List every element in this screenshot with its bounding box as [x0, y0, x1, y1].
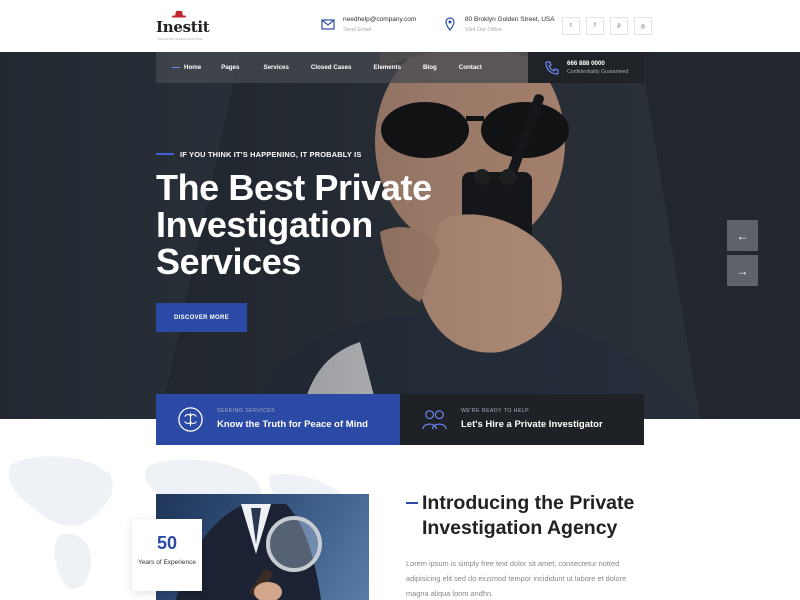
- arrow-right-icon: →: [736, 263, 749, 278]
- years-label: Years of Experience: [138, 559, 196, 566]
- feature-box-hire-investigator[interactable]: WE'RE READY TO HELP Let's Hire a Private…: [400, 394, 644, 445]
- main-nav: Home Pages Services Closed Cases Element…: [156, 52, 528, 83]
- logo[interactable]: Inestit PRIVATE INVESTIGATION: [156, 10, 216, 42]
- feature-kicker: SEEKING SERVICES: [217, 408, 276, 414]
- slider-prev-button[interactable]: ←: [727, 220, 758, 251]
- pinterest-icon[interactable]: p: [610, 17, 628, 35]
- experience-badge: 50 Years of Experience: [132, 519, 202, 591]
- phone-number: 666 888 0000: [567, 60, 605, 67]
- map-pin-icon: [445, 17, 455, 31]
- eyebrow-line: [156, 153, 174, 155]
- nav-item-elements[interactable]: Elements: [374, 64, 402, 71]
- phone-contact[interactable]: 666 888 0000 Confidentiality Guaranteed: [528, 52, 644, 83]
- office-label: Visit Our Office: [465, 27, 502, 33]
- email-label: Send Email: [343, 27, 372, 33]
- discover-more-button[interactable]: DISCOVER MORE: [156, 303, 247, 332]
- nav-item-contact[interactable]: Contact: [459, 64, 482, 71]
- logo-text: Inestit: [156, 18, 210, 36]
- feature-title: Know the Truth for Peace of Mind: [217, 419, 368, 430]
- hero-title: The Best Private Investigation Services: [156, 167, 432, 282]
- slider-next-button[interactable]: →: [727, 255, 758, 286]
- hero-section: Home Pages Services Closed Cases Element…: [0, 52, 800, 419]
- nav-item-services[interactable]: Services: [263, 64, 288, 71]
- feature-kicker: WE'RE READY TO HELP: [461, 408, 530, 414]
- nav-item-blog[interactable]: Blog: [423, 64, 437, 71]
- feature-title: Let's Hire a Private Investigator: [461, 419, 603, 430]
- nav-item-home[interactable]: Home: [172, 64, 201, 71]
- feature-box-peace-of-mind[interactable]: SEEKING SERVICES Know the Truth for Peac…: [156, 394, 400, 445]
- instagram-icon[interactable]: ◎: [634, 17, 652, 35]
- eyebrow-text: IF YOU THINK IT'S HAPPENING, IT PROBABLY…: [180, 149, 362, 159]
- phone-icon: [545, 61, 559, 75]
- social-links: t f p ◎: [562, 17, 652, 35]
- envelope-icon: [321, 19, 335, 30]
- twitter-icon[interactable]: t: [562, 17, 580, 35]
- arrow-left-icon: ←: [736, 228, 749, 243]
- about-body: Lorem ipsum is simply free text dolor si…: [406, 559, 627, 598]
- about-title: Introducing the Private Investigation Ag…: [422, 492, 635, 539]
- nav-item-pages[interactable]: Pages: [221, 64, 239, 71]
- phone-subtitle: Confidentiality Guaranteed: [567, 69, 629, 75]
- facebook-icon[interactable]: f: [586, 17, 604, 35]
- logo-tagline: PRIVATE INVESTIGATION: [158, 37, 203, 41]
- email-address: needhelp@company.com: [343, 16, 417, 23]
- hero-eyebrow: IF YOU THINK IT'S HAPPENING, IT PROBABLY…: [156, 149, 361, 159]
- hat-icon: [172, 11, 186, 18]
- nav-item-closed-cases[interactable]: Closed Cases: [311, 64, 352, 71]
- office-address: 80 Broklyn Golden Street, USA: [465, 16, 555, 23]
- investigators-icon: [422, 410, 447, 430]
- brain-icon: [178, 407, 203, 432]
- top-bar: Inestit PRIVATE INVESTIGATION needhelp@c…: [0, 0, 800, 52]
- years-number: 50: [156, 533, 178, 553]
- about-title-accent: [406, 502, 418, 504]
